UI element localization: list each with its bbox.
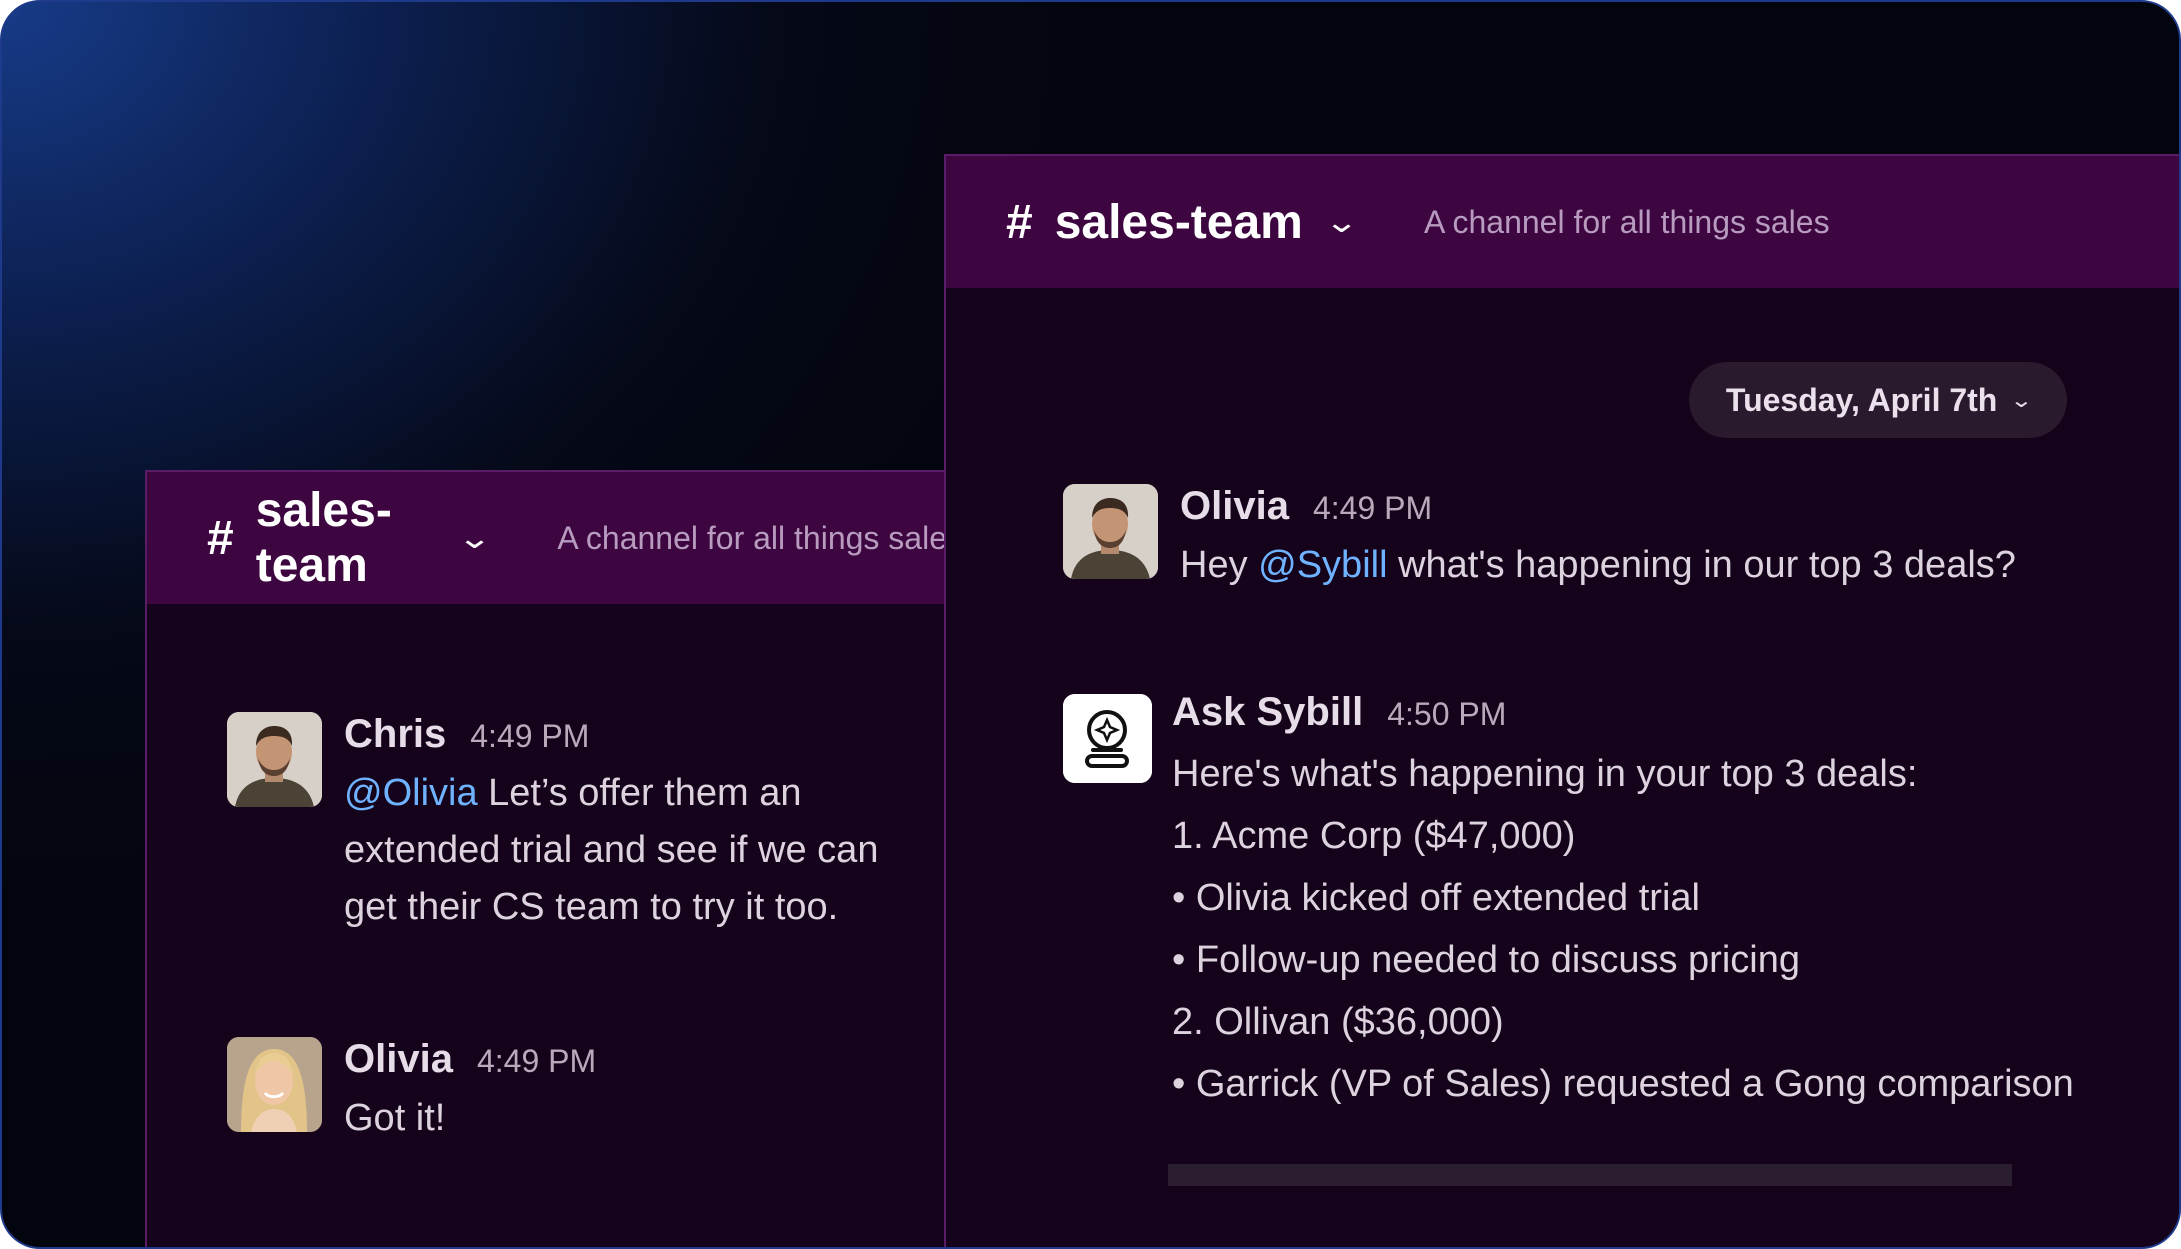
chevron-down-icon: ⌄ xyxy=(2009,389,2034,412)
message-line: get their CS team to try it too. xyxy=(344,886,839,928)
message-line: 2. Ollivan ($36,000) xyxy=(1172,1001,1504,1043)
avatar[interactable] xyxy=(227,712,322,807)
channel-description: A channel for all things sales xyxy=(557,519,963,556)
message-time[interactable]: 4:50 PM xyxy=(1387,696,1506,733)
message: Olivia 4:49 PM Got it! xyxy=(227,1037,596,1147)
avatar[interactable] xyxy=(1063,484,1158,579)
message-line: what's happening in our top 3 deals? xyxy=(1387,544,2016,586)
sybill-logo-avatar[interactable] xyxy=(1063,694,1152,783)
message-line: • Olivia kicked off extended trial xyxy=(1172,877,1700,919)
channel-hash-icon: # xyxy=(1006,195,1033,249)
horizontal-scrollbar[interactable] xyxy=(1168,1164,2012,1186)
message-time[interactable]: 4:49 PM xyxy=(477,1043,596,1080)
channel-panel-front: # sales-team ⌄ A channel for all things … xyxy=(944,154,2179,1247)
message: Ask Sybill 4:50 PM Here's what's happeni… xyxy=(1063,690,2074,1115)
crystal-ball-icon xyxy=(1063,694,1152,783)
sender-name[interactable]: Chris xyxy=(344,712,446,757)
message-line: Here's what's happening in your top 3 de… xyxy=(1172,753,1918,795)
channel-name[interactable]: sales-team xyxy=(256,483,437,593)
channel-hash-icon: # xyxy=(207,511,234,565)
message: Chris 4:49 PM @Olivia Let’s offer them a… xyxy=(227,712,878,936)
sender-name[interactable]: Olivia xyxy=(344,1037,453,1082)
sender-name[interactable]: Ask Sybill xyxy=(1172,690,1363,735)
message-text: Hey @Sybill what's happening in our top … xyxy=(1180,537,2016,594)
message: Olivia 4:49 PM Hey @Sybill what's happen… xyxy=(1063,484,2016,594)
message-text: @Olivia Let’s offer them an extended tri… xyxy=(344,765,878,936)
date-label: Tuesday, April 7th xyxy=(1725,381,1998,418)
channel-description: A channel for all things sales xyxy=(1424,203,1830,240)
message-line: Let’s offer them an xyxy=(477,772,802,814)
message-time[interactable]: 4:49 PM xyxy=(1313,490,1432,527)
channel-name[interactable]: sales-team xyxy=(1055,195,1303,250)
channel-panel-back: # sales-team ⌄ A channel for all things … xyxy=(145,470,965,1247)
avatar[interactable] xyxy=(227,1037,322,1132)
chevron-down-icon[interactable]: ⌄ xyxy=(1324,205,1359,240)
message-line: • Garrick (VP of Sales) requested a Gong… xyxy=(1172,1063,2074,1105)
message-text: Got it! xyxy=(344,1097,446,1139)
message-line: 1. Acme Corp ($47,000) xyxy=(1172,815,1576,857)
app-backdrop: # sales-team ⌄ A channel for all things … xyxy=(0,0,2181,1249)
channel-header: # sales-team ⌄ A channel for all things … xyxy=(147,472,963,604)
mention-link[interactable]: @Sybill xyxy=(1258,544,1387,586)
message-time[interactable]: 4:49 PM xyxy=(470,718,589,755)
date-divider-button[interactable]: Tuesday, April 7th ⌄ xyxy=(1689,362,2067,438)
chevron-down-icon[interactable]: ⌄ xyxy=(457,521,492,556)
message-line: • Follow-up needed to discuss pricing xyxy=(1172,939,1800,981)
mention-link[interactable]: @Olivia xyxy=(344,772,478,814)
message-line: Hey xyxy=(1180,544,1259,586)
sender-name[interactable]: Olivia xyxy=(1180,484,1289,529)
channel-header: # sales-team ⌄ A channel for all things … xyxy=(946,156,2179,288)
message-text: Here's what's happening in your top 3 de… xyxy=(1172,743,2074,1115)
message-line: extended trial and see if we can xyxy=(344,829,879,871)
